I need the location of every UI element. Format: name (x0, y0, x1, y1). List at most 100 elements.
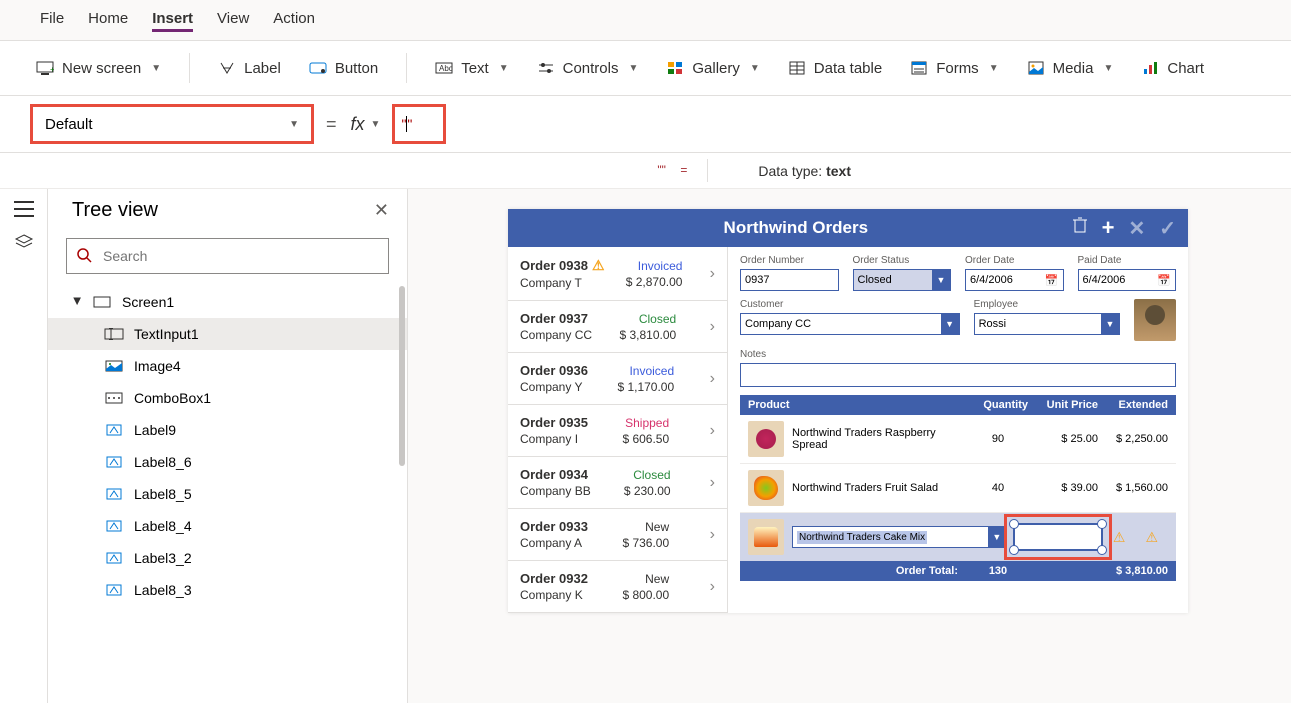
order-row[interactable]: Order 0933Company ANew$ 736.00› (508, 509, 727, 561)
tree-item-label9[interactable]: Label9 (48, 414, 407, 446)
ribbon-label[interactable]: Label (218, 59, 281, 77)
tree-view-panel: Tree view ✕ ▶ Screen1 TextInput1 Image4 (48, 189, 408, 703)
close-icon[interactable]: ✕ (374, 200, 389, 221)
ribbon-controls[interactable]: Controls▼ (537, 59, 639, 77)
ribbon-data-table[interactable]: Data table (788, 59, 882, 77)
menu-insert[interactable]: Insert (152, 8, 193, 32)
property-selector[interactable]: Default ▼ (32, 106, 312, 142)
employee-field[interactable]: Rossi▼ (974, 313, 1120, 335)
svg-text:Abc: Abc (439, 64, 453, 73)
label-icon (104, 454, 124, 470)
ribbon-chart[interactable]: Chart (1141, 59, 1204, 77)
order-row[interactable]: Order 0935Company IShipped$ 606.50› (508, 405, 727, 457)
ribbon-new-screen[interactable]: + New screen▼ (36, 59, 161, 77)
fx-button[interactable]: fx▼ (351, 114, 381, 135)
order-number-field[interactable]: 0937 (740, 269, 839, 291)
order-list: Order 0938 ⚠Company TInvoiced$ 2,870.00›… (508, 247, 728, 613)
notes-field[interactable] (740, 363, 1176, 387)
ribbon-media[interactable]: Media▼ (1027, 59, 1114, 77)
formula-bar: Default ▼ = fx▼ "" (0, 96, 1291, 153)
menu-view[interactable]: View (217, 8, 249, 32)
gallery-icon (666, 59, 684, 77)
app-title: Northwind Orders (520, 218, 1072, 238)
label-icon (104, 518, 124, 534)
ribbon-text[interactable]: Abc Text▼ (435, 59, 508, 77)
label-icon (218, 59, 236, 77)
tree-item-screen1[interactable]: ▶ Screen1 (48, 286, 407, 318)
chevron-right-icon: › (710, 578, 715, 596)
media-icon (1027, 59, 1045, 77)
ribbon-button[interactable]: Button (309, 59, 378, 77)
employee-avatar (1134, 299, 1176, 341)
warning-icon: ⚠ (592, 257, 605, 274)
tree-item-label3-2[interactable]: Label3_2 (48, 542, 407, 574)
product-image (748, 421, 784, 457)
tree-item-label8-3[interactable]: Label8_3 (48, 574, 407, 606)
screen-icon (92, 294, 112, 310)
product-combo[interactable]: Northwind Traders Cake Mix▼ (792, 526, 1007, 548)
ribbon-forms[interactable]: Forms▼ (910, 59, 998, 77)
product-image (748, 470, 784, 506)
scrollbar[interactable] (399, 286, 405, 466)
ribbon: + New screen▼ Label Button Abc Text▼ Con… (0, 40, 1291, 96)
caret-icon: ▶ (72, 297, 83, 307)
warning-icon: ⚠ (1145, 529, 1158, 546)
tree-item-combobox1[interactable]: ComboBox1 (48, 382, 407, 414)
chevron-down-icon: ▼ (289, 119, 299, 130)
menu-file[interactable]: File (40, 8, 64, 32)
search-icon (77, 248, 93, 264)
product-row[interactable]: Northwind Traders Raspberry Spread90$ 25… (740, 415, 1176, 464)
order-row[interactable]: Order 0934Company BBClosed$ 230.00› (508, 457, 727, 509)
hamburger-icon[interactable] (14, 201, 34, 217)
cancel-icon[interactable]: ✕ (1128, 216, 1145, 241)
menu-action[interactable]: Action (273, 8, 315, 32)
order-row[interactable]: Order 0937Company CCClosed$ 3,810.00› (508, 301, 727, 353)
order-row[interactable]: Order 0938 ⚠Company TInvoiced$ 2,870.00› (508, 247, 727, 301)
order-row[interactable]: Order 0932Company KNew$ 800.00› (508, 561, 727, 613)
label-icon (104, 486, 124, 502)
formula-input[interactable]: "" (394, 106, 444, 142)
search-input[interactable] (103, 248, 378, 264)
label-icon (104, 422, 124, 438)
ribbon-gallery[interactable]: Gallery▼ (666, 59, 759, 77)
tree-list: ▶ Screen1 TextInput1 Image4 ComboBox1 La… (48, 286, 407, 703)
combobox-icon (104, 390, 124, 406)
result-bar: "" = Data type: text (0, 153, 1291, 189)
order-date-field[interactable]: 6/4/2006📅 (965, 269, 1064, 291)
svg-text:+: + (50, 65, 54, 74)
chart-icon (1141, 59, 1159, 77)
customer-field[interactable]: Company CC▼ (740, 313, 960, 335)
check-icon[interactable]: ✓ (1159, 216, 1176, 241)
label-icon (104, 582, 124, 598)
paid-date-field[interactable]: 6/4/2006📅 (1078, 269, 1177, 291)
plus-icon[interactable]: + (1102, 215, 1115, 241)
quantity-textinput-selected[interactable] (1013, 523, 1103, 551)
trash-icon[interactable] (1072, 216, 1088, 240)
order-total-amount: $ 3,810.00 (1098, 565, 1168, 577)
tree-item-label8-6[interactable]: Label8_6 (48, 446, 407, 478)
order-detail: Order Number0937 Order StatusClosed▼ Ord… (728, 247, 1188, 613)
controls-icon (537, 59, 555, 77)
product-row[interactable]: Northwind Traders Fruit Salad40$ 39.00$ … (740, 464, 1176, 513)
tree-item-label8-4[interactable]: Label8_4 (48, 510, 407, 542)
tree-item-textinput1[interactable]: TextInput1 (48, 318, 407, 350)
image-icon (104, 358, 124, 374)
product-edit-row: Northwind Traders Cake Mix▼ ⚠ ⚠ (740, 513, 1176, 561)
warning-icon: ⚠ (1113, 529, 1126, 546)
tree-item-label8-5[interactable]: Label8_5 (48, 478, 407, 510)
order-status-field[interactable]: Closed▼ (853, 269, 952, 291)
layers-icon[interactable] (14, 233, 34, 256)
order-total-label: Order Total: (748, 565, 968, 577)
tree-title: Tree view (72, 199, 158, 222)
order-row[interactable]: Order 0936Company YInvoiced$ 1,170.00› (508, 353, 727, 405)
data-type-label: Data type: text (738, 163, 851, 179)
tree-search[interactable] (66, 238, 389, 274)
app-title-bar: Northwind Orders + ✕ ✓ (508, 209, 1188, 247)
menu-home[interactable]: Home (88, 8, 128, 32)
button-icon (309, 59, 327, 77)
chevron-right-icon: › (710, 265, 715, 283)
tree-item-image4[interactable]: Image4 (48, 350, 407, 382)
left-rail (0, 189, 48, 703)
equals-sign: = (326, 114, 337, 135)
menu-bar: File Home Insert View Action (0, 0, 1291, 40)
